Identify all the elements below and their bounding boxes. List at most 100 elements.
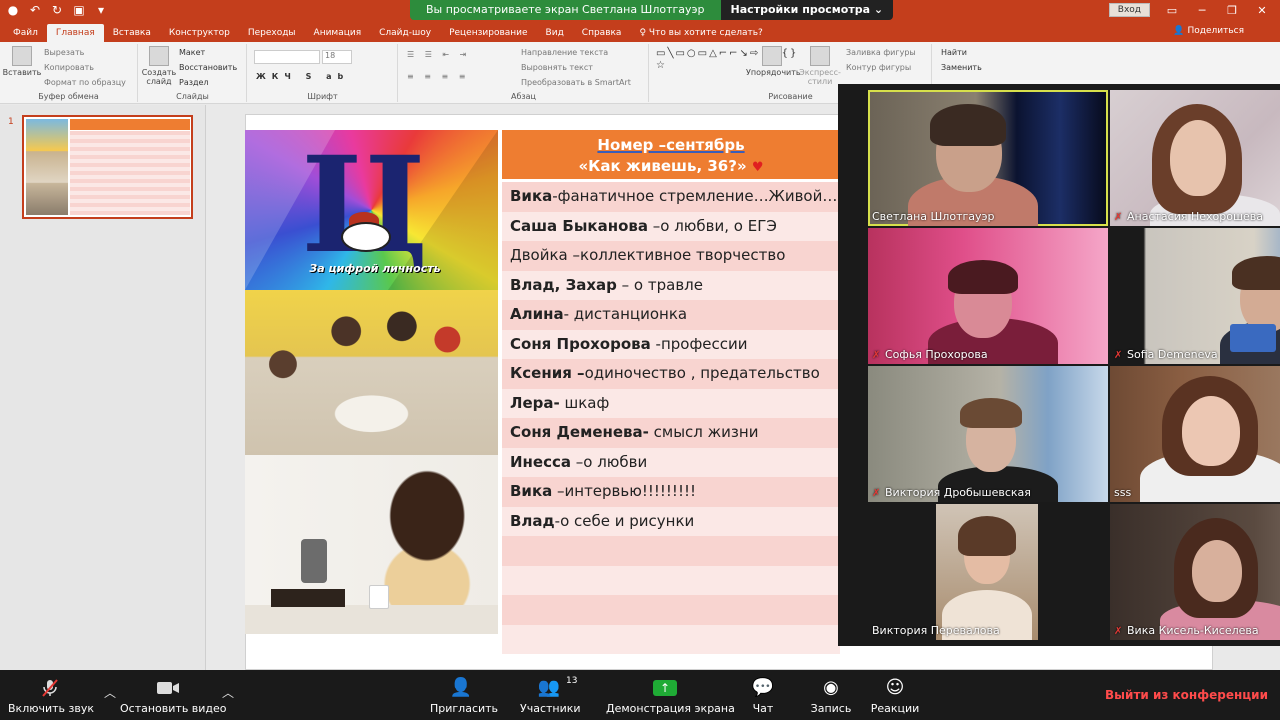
paste-button[interactable]: Вставить [2,46,42,77]
smartart-button[interactable]: Преобразовать в SmartArt [521,78,631,87]
video-tile[interactable]: sss [1110,366,1280,502]
table-row: Влад-о себе и рисунки [502,506,840,536]
signin-button[interactable]: Вход [1108,3,1150,17]
video-tile[interactable]: ✗ Вика Кисель-Киселева [1110,504,1280,640]
restore-icon[interactable]: ❐ [1224,4,1240,17]
shape-fill-button[interactable]: Заливка фигуры [846,48,916,57]
layout-button[interactable]: Макет [179,48,205,57]
mic-muted-icon: ✗ [1114,350,1123,361]
new-slide-button[interactable]: Создать слайд [139,46,179,86]
font-name-box[interactable] [254,50,320,64]
ribbon-display-icon[interactable]: ▭ [1164,4,1180,17]
unmute-button[interactable]: Включить звук [8,674,94,715]
list-buttons[interactable]: ☰ ☰ ⇤ ⇥ [407,50,470,59]
video-options-caret[interactable]: ︿ [222,684,234,701]
video-tile[interactable]: Виктория Перевалова [868,504,1108,640]
photo-mug [369,585,389,609]
tab-home[interactable]: Главная [46,24,104,42]
powerpoint-titlebar: ● ↶ ↻ ▣ ▾ Вы просматриваете экран Светла… [0,0,1280,22]
row-bold-text: Влад [510,511,555,530]
table-row: Лера- шкаф [502,388,840,418]
magazine-logo: Ц За цифрой личность [245,130,498,290]
group-photo [245,290,498,455]
arrange-label: Упорядочить [746,68,801,77]
minimize-icon[interactable]: ─ [1194,4,1210,17]
tell-me-search[interactable]: ♀ Что вы хотите сделать? [630,24,771,42]
row-text: -о себе и рисунки [554,511,695,530]
share-button[interactable]: 👤 Поделиться [1173,26,1244,36]
font-label: Шрифт [307,92,338,101]
tab-design[interactable]: Конструктор [160,24,239,42]
audio-options-caret[interactable]: ︿ [104,684,116,701]
slideshow-icon[interactable]: ▣ [72,3,86,17]
replace-button[interactable]: Заменить [941,63,982,72]
stop-video-button[interactable]: Остановить видео [120,674,227,715]
tab-file[interactable]: Файл [4,24,47,42]
align-text-button[interactable]: Выровнять текст [521,63,593,72]
tab-review[interactable]: Рецензирование [440,24,536,42]
participant-hair [1232,256,1280,290]
participant-name: Виктория Перевалова [872,624,1000,637]
text-direction-button[interactable]: Направление текста [521,48,608,57]
video-tile[interactable]: ✗ Виктория Дробышевская [868,366,1108,502]
font-size-box[interactable]: 18 [322,50,352,64]
record-button[interactable]: ◉ Запись [808,674,854,716]
slide-thumbnail[interactable] [22,115,193,219]
reaction-icon: ☺ [885,677,905,698]
tab-animations[interactable]: Анимация [305,24,371,42]
copy-button[interactable]: Копировать [44,63,94,72]
font-format-buttons[interactable]: ЖКЧ S ab [256,72,349,81]
view-options-button[interactable]: Настройки просмотра ⌄ [720,0,894,20]
record-icon: ◉ [823,677,839,698]
autosave-icon[interactable]: ● [6,3,20,17]
add-person-icon: 👤 [449,677,473,698]
paragraph-group: ☰ ☰ ⇤ ⇥ ≡ ≡ ≡ ≡ Направление текста Выров… [399,44,649,102]
participant-hair [948,260,1018,294]
thumbnail-header [70,119,190,130]
tab-view[interactable]: Вид [537,24,573,42]
undo-icon[interactable]: ↶ [28,3,42,17]
invite-button[interactable]: 👤 Пригласить [430,674,498,716]
quick-styles-button[interactable]: Экспресс-стили [798,46,842,86]
tab-slideshow[interactable]: Слайд-шоу [370,24,440,42]
video-tile[interactable]: ✗ Софья Прохорова [868,228,1108,364]
table-row: Ксения –одиночество , предательство [502,359,840,389]
row-bold-text: Ксения – [510,364,585,382]
close-icon[interactable]: ✕ [1254,4,1270,17]
row-bold-text: Влад, Захар [510,275,617,294]
customize-icon[interactable]: ▾ [94,3,108,17]
share-screen-button[interactable]: ↑ Демонстрация экрана [606,674,735,715]
row-bold-text: Инесса [510,452,571,471]
cut-button[interactable]: Вырезать [44,48,84,57]
quick-styles-label: Экспресс-стили [799,68,841,86]
section-button[interactable]: Раздел [179,78,209,87]
lightbulb-icon: ♀ [639,28,649,38]
row-text: одиночество , предательство [584,364,820,382]
tab-transitions[interactable]: Переходы [239,24,305,42]
quick-styles-icon [810,46,830,66]
shapes-gallery[interactable]: ▭╲▭○▭△⌐⌐↘⇨⇧☆{}☆ [656,48,796,72]
find-button[interactable]: Найти [941,48,967,57]
reactions-button[interactable]: ☺ Реакции [868,674,922,716]
video-tile[interactable]: ✗ Анастасия Нехорошева [1110,90,1280,226]
arrange-button[interactable]: Упорядочить [746,46,801,77]
tab-insert[interactable]: Вставка [104,24,160,42]
row-text: -фанатичное стремление…Живой… [552,187,838,205]
leave-meeting-button[interactable]: Выйти из конференции [1105,688,1268,702]
participants-count: 13 [566,676,578,686]
row-bold-text: Соня Прохорова [510,334,651,353]
align-buttons[interactable]: ≡ ≡ ≡ ≡ [407,72,469,81]
mic-muted-icon: ✗ [872,350,881,361]
chat-button[interactable]: 💬 Чат [748,674,778,716]
video-tile[interactable]: ✗ Sofia Demeneva [1110,228,1280,364]
participant-hair [960,398,1022,428]
video-tile[interactable]: Светлана Шлотгауэр [868,90,1108,226]
shape-outline-button[interactable]: Контур фигуры [846,63,911,72]
chat-label: Чат [752,702,774,715]
quick-access-toolbar: ● ↶ ↻ ▣ ▾ [6,3,108,17]
tell-me-label: Что вы хотите сделать? [648,28,763,38]
redo-icon[interactable]: ↻ [50,3,64,17]
tab-help[interactable]: Справка [573,24,631,42]
reset-button[interactable]: Восстановить [179,63,237,72]
format-painter-button[interactable]: Формат по образцу [44,78,126,87]
